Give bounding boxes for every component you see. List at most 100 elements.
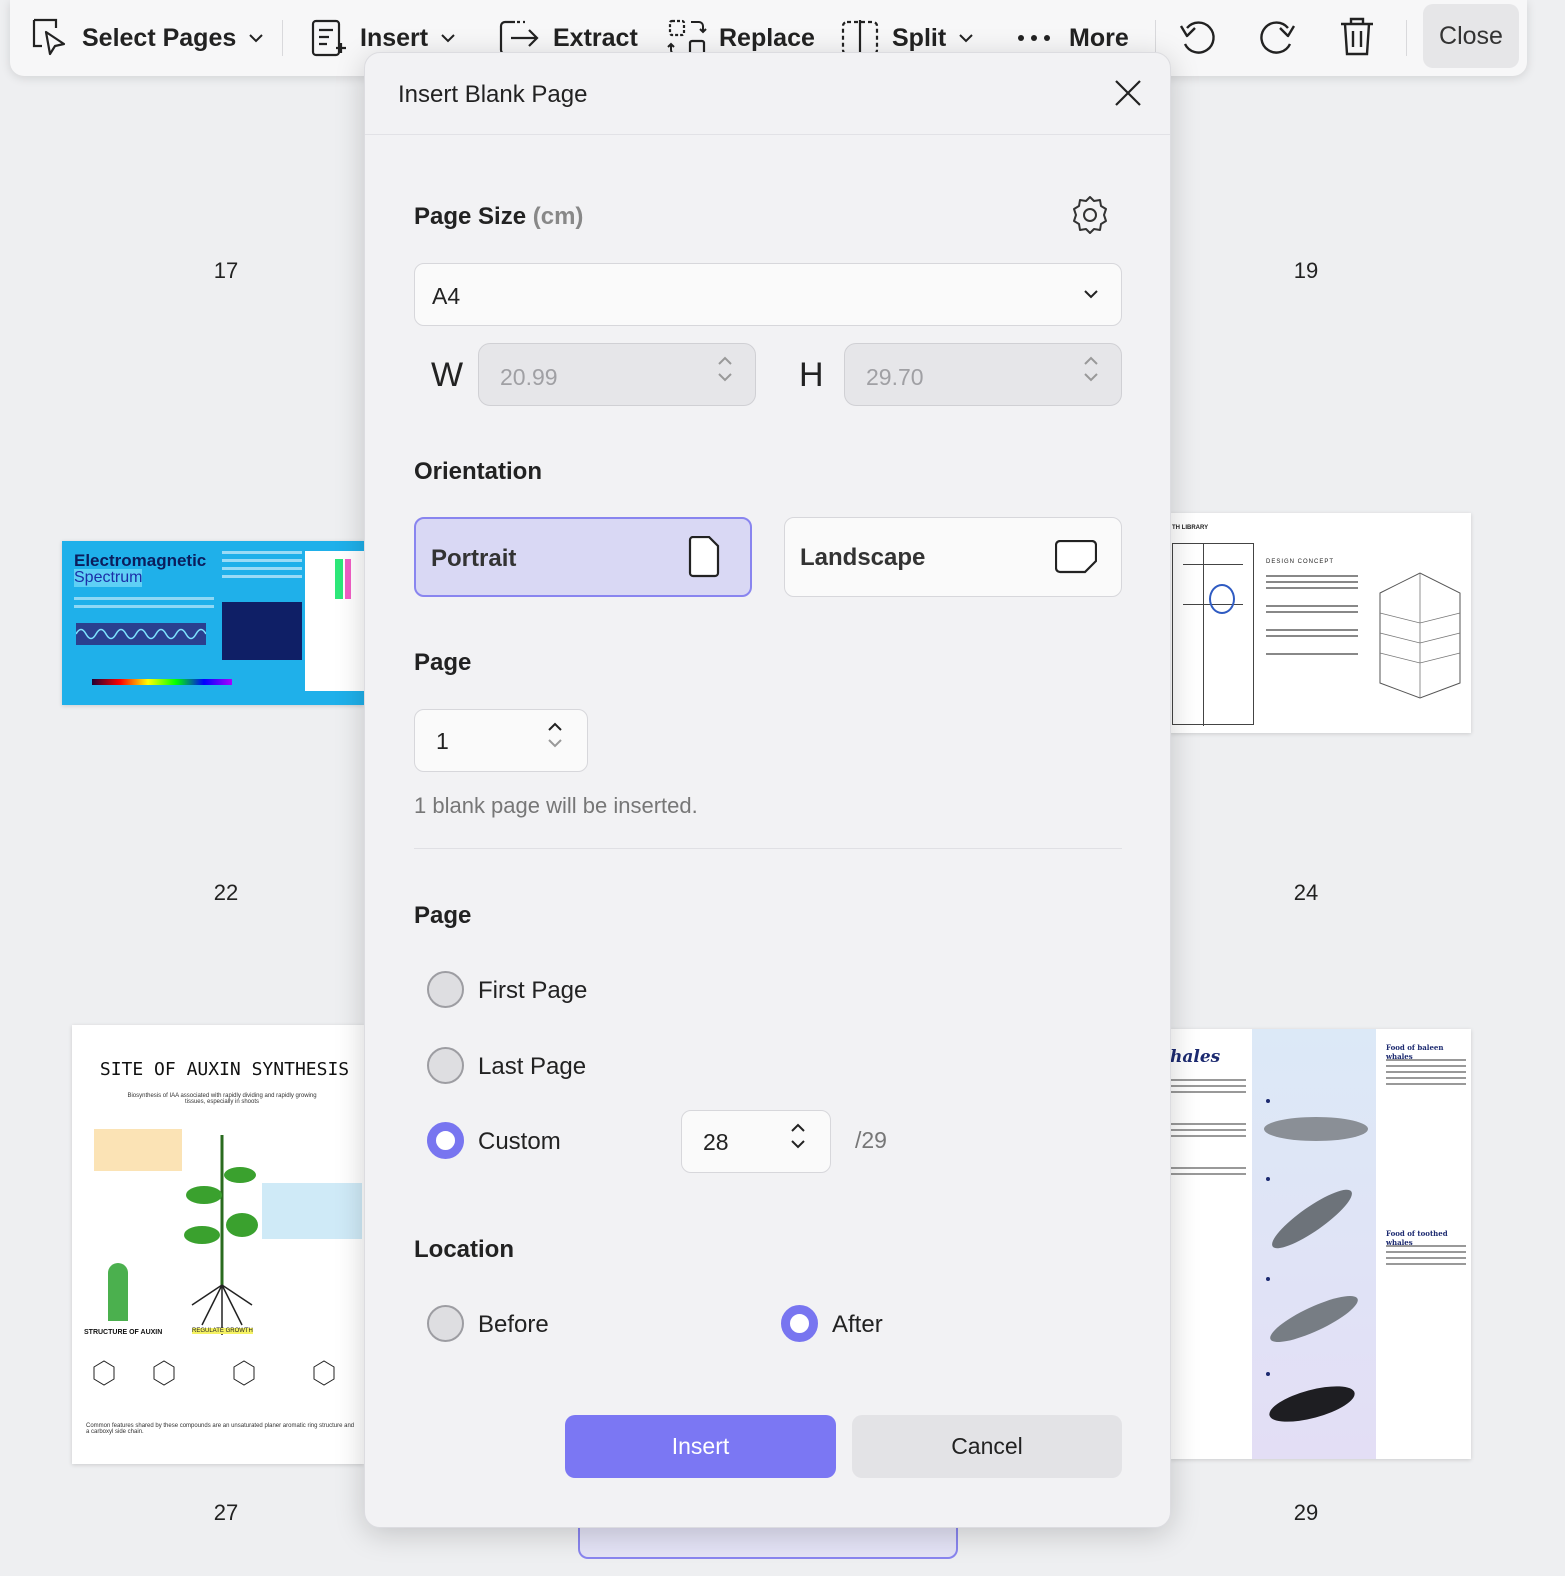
portrait-page-icon [687, 535, 721, 583]
page-count-label: Page [414, 649, 472, 676]
page-number-19: 19 [1293, 258, 1319, 283]
chevron-up-icon [791, 1123, 805, 1132]
page-thumbnail-24[interactable]: hales Food of baleen whales Food of toot… [1170, 1029, 1471, 1459]
chevron-down-icon [718, 373, 732, 382]
page-number-17: 17 [213, 258, 239, 283]
rotate-right-button[interactable] [1254, 14, 1302, 62]
width-value: 20.99 [500, 364, 558, 390]
page-number-22: 22 [213, 880, 239, 905]
split-label: Split [892, 23, 947, 52]
extract-label: Extract [553, 23, 638, 52]
close-button[interactable]: Close [1423, 4, 1519, 68]
insert-page-icon [310, 18, 348, 58]
thumbnail-title: hales [1170, 1047, 1221, 1067]
thumbnail-definition-box [262, 1183, 362, 1239]
page-count-stepper[interactable] [547, 722, 563, 748]
after-label: After [832, 1311, 883, 1338]
thumbnail-text-column [1386, 1245, 1466, 1269]
select-pages-label: Select Pages [82, 23, 237, 52]
total-pages: /29 [855, 1127, 887, 1153]
page-thumbnail-19[interactable]: TH LIBRARY DESIGN CONCEPT [1170, 513, 1471, 733]
custom-radio[interactable] [427, 1122, 464, 1159]
chevron-down-icon [248, 33, 264, 43]
dialog-title: Insert Blank Page [398, 81, 588, 108]
page-thumbnail-28-selected[interactable] [578, 1525, 958, 1559]
thumbnail-chart-panel [305, 551, 364, 691]
delete-button[interactable] [1333, 14, 1381, 62]
thumbnail-whale-panel [1252, 1029, 1376, 1459]
page-size-select[interactable]: A4 [414, 263, 1122, 326]
height-field[interactable]: 29.70 [844, 343, 1122, 406]
thumbnail-plant-graphic [172, 1115, 272, 1345]
thumbnail-structure-heading: STRUCTURE OF AUXIN [84, 1329, 163, 1336]
height-value: 29.70 [866, 364, 924, 390]
last-page-radio[interactable] [427, 1047, 464, 1084]
page-size-value: A4 [432, 283, 461, 309]
custom-page-stepper[interactable] [790, 1123, 806, 1149]
thumbnail-wave-graphic [75, 623, 207, 645]
thumbnail-text-column [222, 551, 302, 691]
landscape-label: Landscape [800, 544, 926, 571]
page-size-unit: (cm) [532, 203, 584, 230]
thumbnail-title: Electromagnetic [74, 551, 207, 570]
page-size-label-text: Page Size [414, 203, 527, 230]
thumbnail-text-column [1170, 1079, 1246, 1179]
more-label: More [1069, 23, 1129, 52]
chevron-down-icon [548, 739, 562, 748]
page-number-29: 29 [1293, 1500, 1319, 1525]
thumbnail-text-column [1386, 1059, 1466, 1089]
chevron-down-icon [440, 33, 456, 43]
cancel-button[interactable]: Cancel [852, 1415, 1122, 1478]
page-size-settings-button[interactable] [1069, 194, 1111, 236]
more-dots-icon [1017, 33, 1051, 43]
width-letter: W [431, 356, 464, 394]
thumbnail-footer-text: Common features shared by these compound… [86, 1423, 355, 1435]
thumbnail-text-line [74, 597, 214, 600]
toolbar-divider [1406, 20, 1407, 56]
thumbnail-subtitle: Spectrum [74, 569, 143, 587]
before-label: Before [478, 1311, 549, 1338]
chevron-up-icon [718, 356, 732, 365]
dialog-close-button[interactable] [1110, 75, 1146, 111]
chevron-down-icon [791, 1140, 805, 1149]
page-count-input[interactable]: 1 [414, 709, 588, 772]
dialog-header: Insert Blank Page [365, 53, 1170, 135]
chevron-down-icon [1084, 373, 1098, 382]
position-label: Page [414, 902, 472, 929]
height-stepper[interactable] [1083, 356, 1099, 382]
toolbar-divider [282, 20, 283, 56]
replace-label: Replace [719, 23, 815, 52]
custom-page-input[interactable]: 28 [681, 1110, 831, 1173]
page-count-value: 1 [436, 728, 449, 754]
portrait-label: Portrait [431, 545, 517, 572]
insert-button[interactable]: Insert [565, 1415, 836, 1478]
rotate-left-button[interactable] [1173, 14, 1221, 62]
thumbnail-concept-heading: DESIGN CONCEPT [1266, 559, 1335, 565]
page-thumbnail-17[interactable]: Electromagnetic Spectrum [62, 541, 364, 705]
after-radio[interactable] [781, 1305, 818, 1342]
landscape-option[interactable]: Landscape [784, 517, 1122, 597]
thumbnail-subtitle: Biosynthesis of IAA associated with rapi… [127, 1093, 317, 1105]
rotate-left-icon [1175, 14, 1219, 63]
last-page-label: Last Page [478, 1053, 587, 1080]
thumbnail-text-line [74, 605, 214, 608]
chevron-up-icon [1084, 356, 1098, 365]
chevron-down-icon [958, 33, 974, 43]
before-radio[interactable] [427, 1305, 464, 1342]
thumbnail-cactus-graphic [108, 1263, 128, 1321]
thumbnail-building-sketch [1370, 553, 1466, 703]
select-pages-button[interactable]: Select Pages [30, 0, 264, 76]
width-stepper[interactable] [717, 356, 733, 382]
page-thumbnail-22[interactable]: SITE OF AUXIN SYNTHESIS Biosynthesis of … [72, 1025, 364, 1464]
first-page-radio[interactable] [427, 971, 464, 1008]
location-label: Location [414, 1236, 514, 1263]
insert-label: Insert [360, 23, 429, 52]
thumbnail-regulate-label: REGULATE GROWTH [192, 1328, 253, 1334]
width-field[interactable]: 20.99 [478, 343, 756, 406]
insert-blank-page-dialog: Insert Blank Page Page Size (cm) A4 W 20… [364, 52, 1171, 1528]
portrait-option[interactable]: Portrait [414, 517, 752, 597]
first-page-label: First Page [478, 977, 588, 1004]
custom-label: Custom [478, 1128, 561, 1155]
thumbnail-header: TH LIBRARY [1172, 525, 1209, 531]
thumbnail-text-column [1266, 575, 1358, 659]
